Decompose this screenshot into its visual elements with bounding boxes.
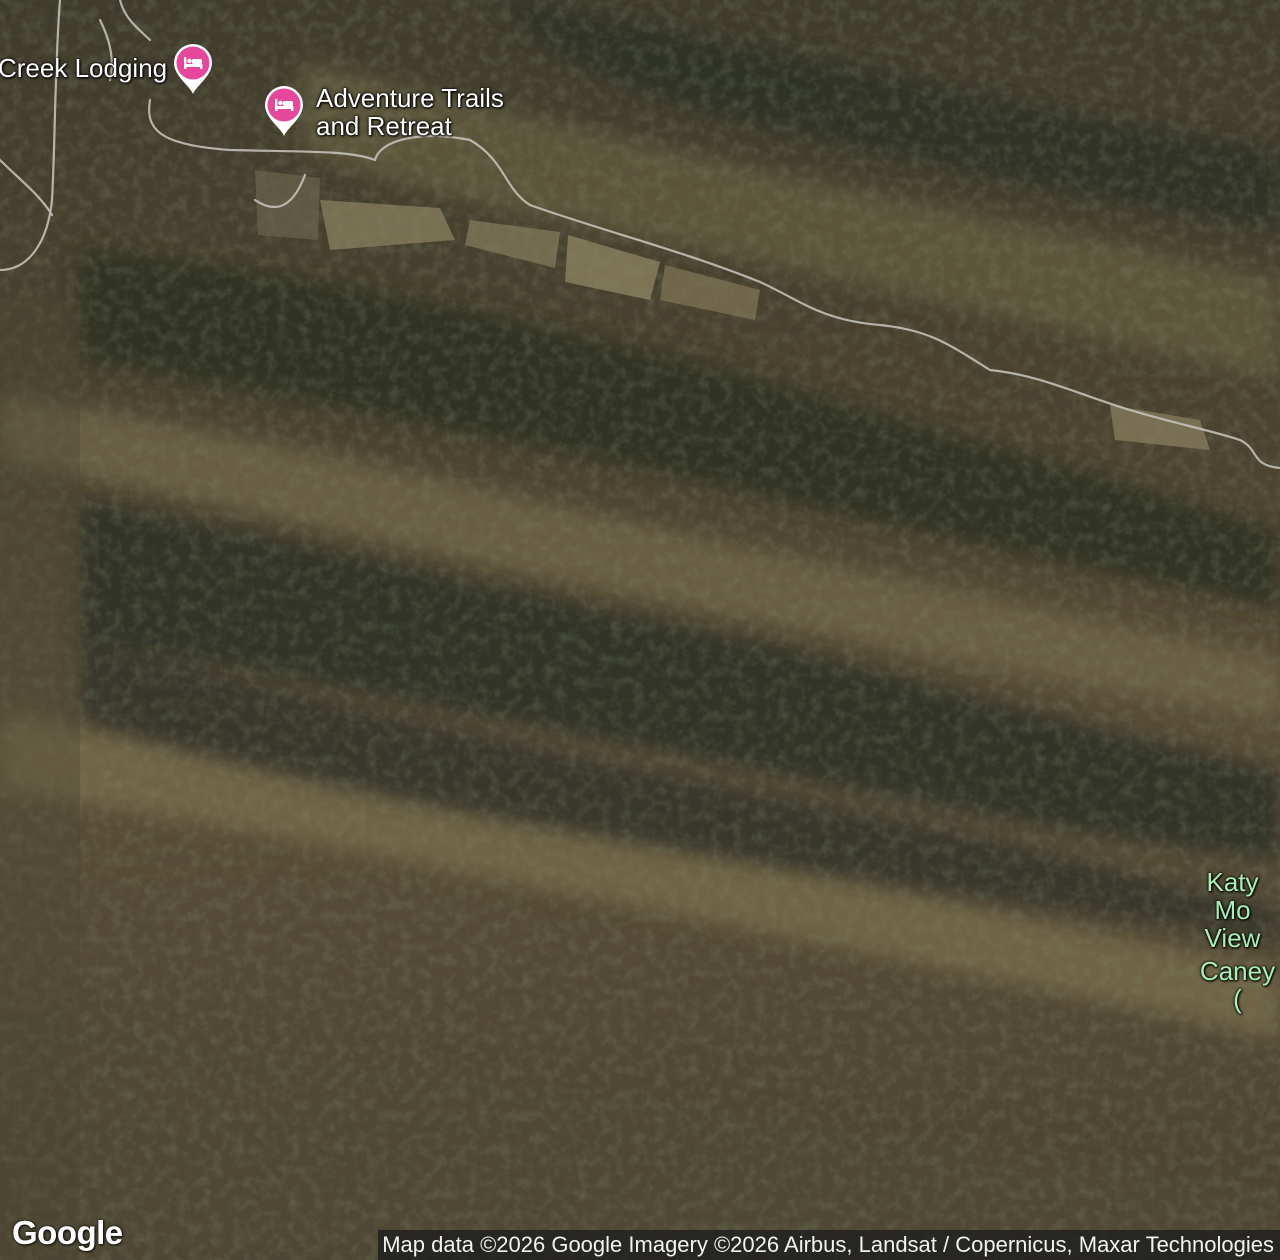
google-logo: Google: [12, 1214, 123, 1251]
lodging-icon[interactable]: [169, 40, 217, 96]
poi-creek-lodging[interactable]: Creek Lodging: [0, 40, 217, 96]
poi-adventure-trails[interactable]: Adventure Trails and Retreat: [260, 82, 504, 140]
map-attribution[interactable]: Map data ©2026 Google Imagery ©2026 Airb…: [378, 1230, 1280, 1260]
map-canvas[interactable]: Creek Lodging Adventure Trails and Retre…: [0, 0, 1280, 1260]
satellite-imagery: [0, 0, 1280, 1260]
lodging-icon[interactable]: [260, 82, 308, 138]
place-label-katy[interactable]: Katy Mo View: [1185, 868, 1280, 952]
place-label-caney[interactable]: Caney (: [1195, 957, 1280, 1013]
poi-label: Creek Lodging: [0, 53, 168, 83]
poi-label: Adventure Trails and Retreat: [316, 83, 504, 141]
